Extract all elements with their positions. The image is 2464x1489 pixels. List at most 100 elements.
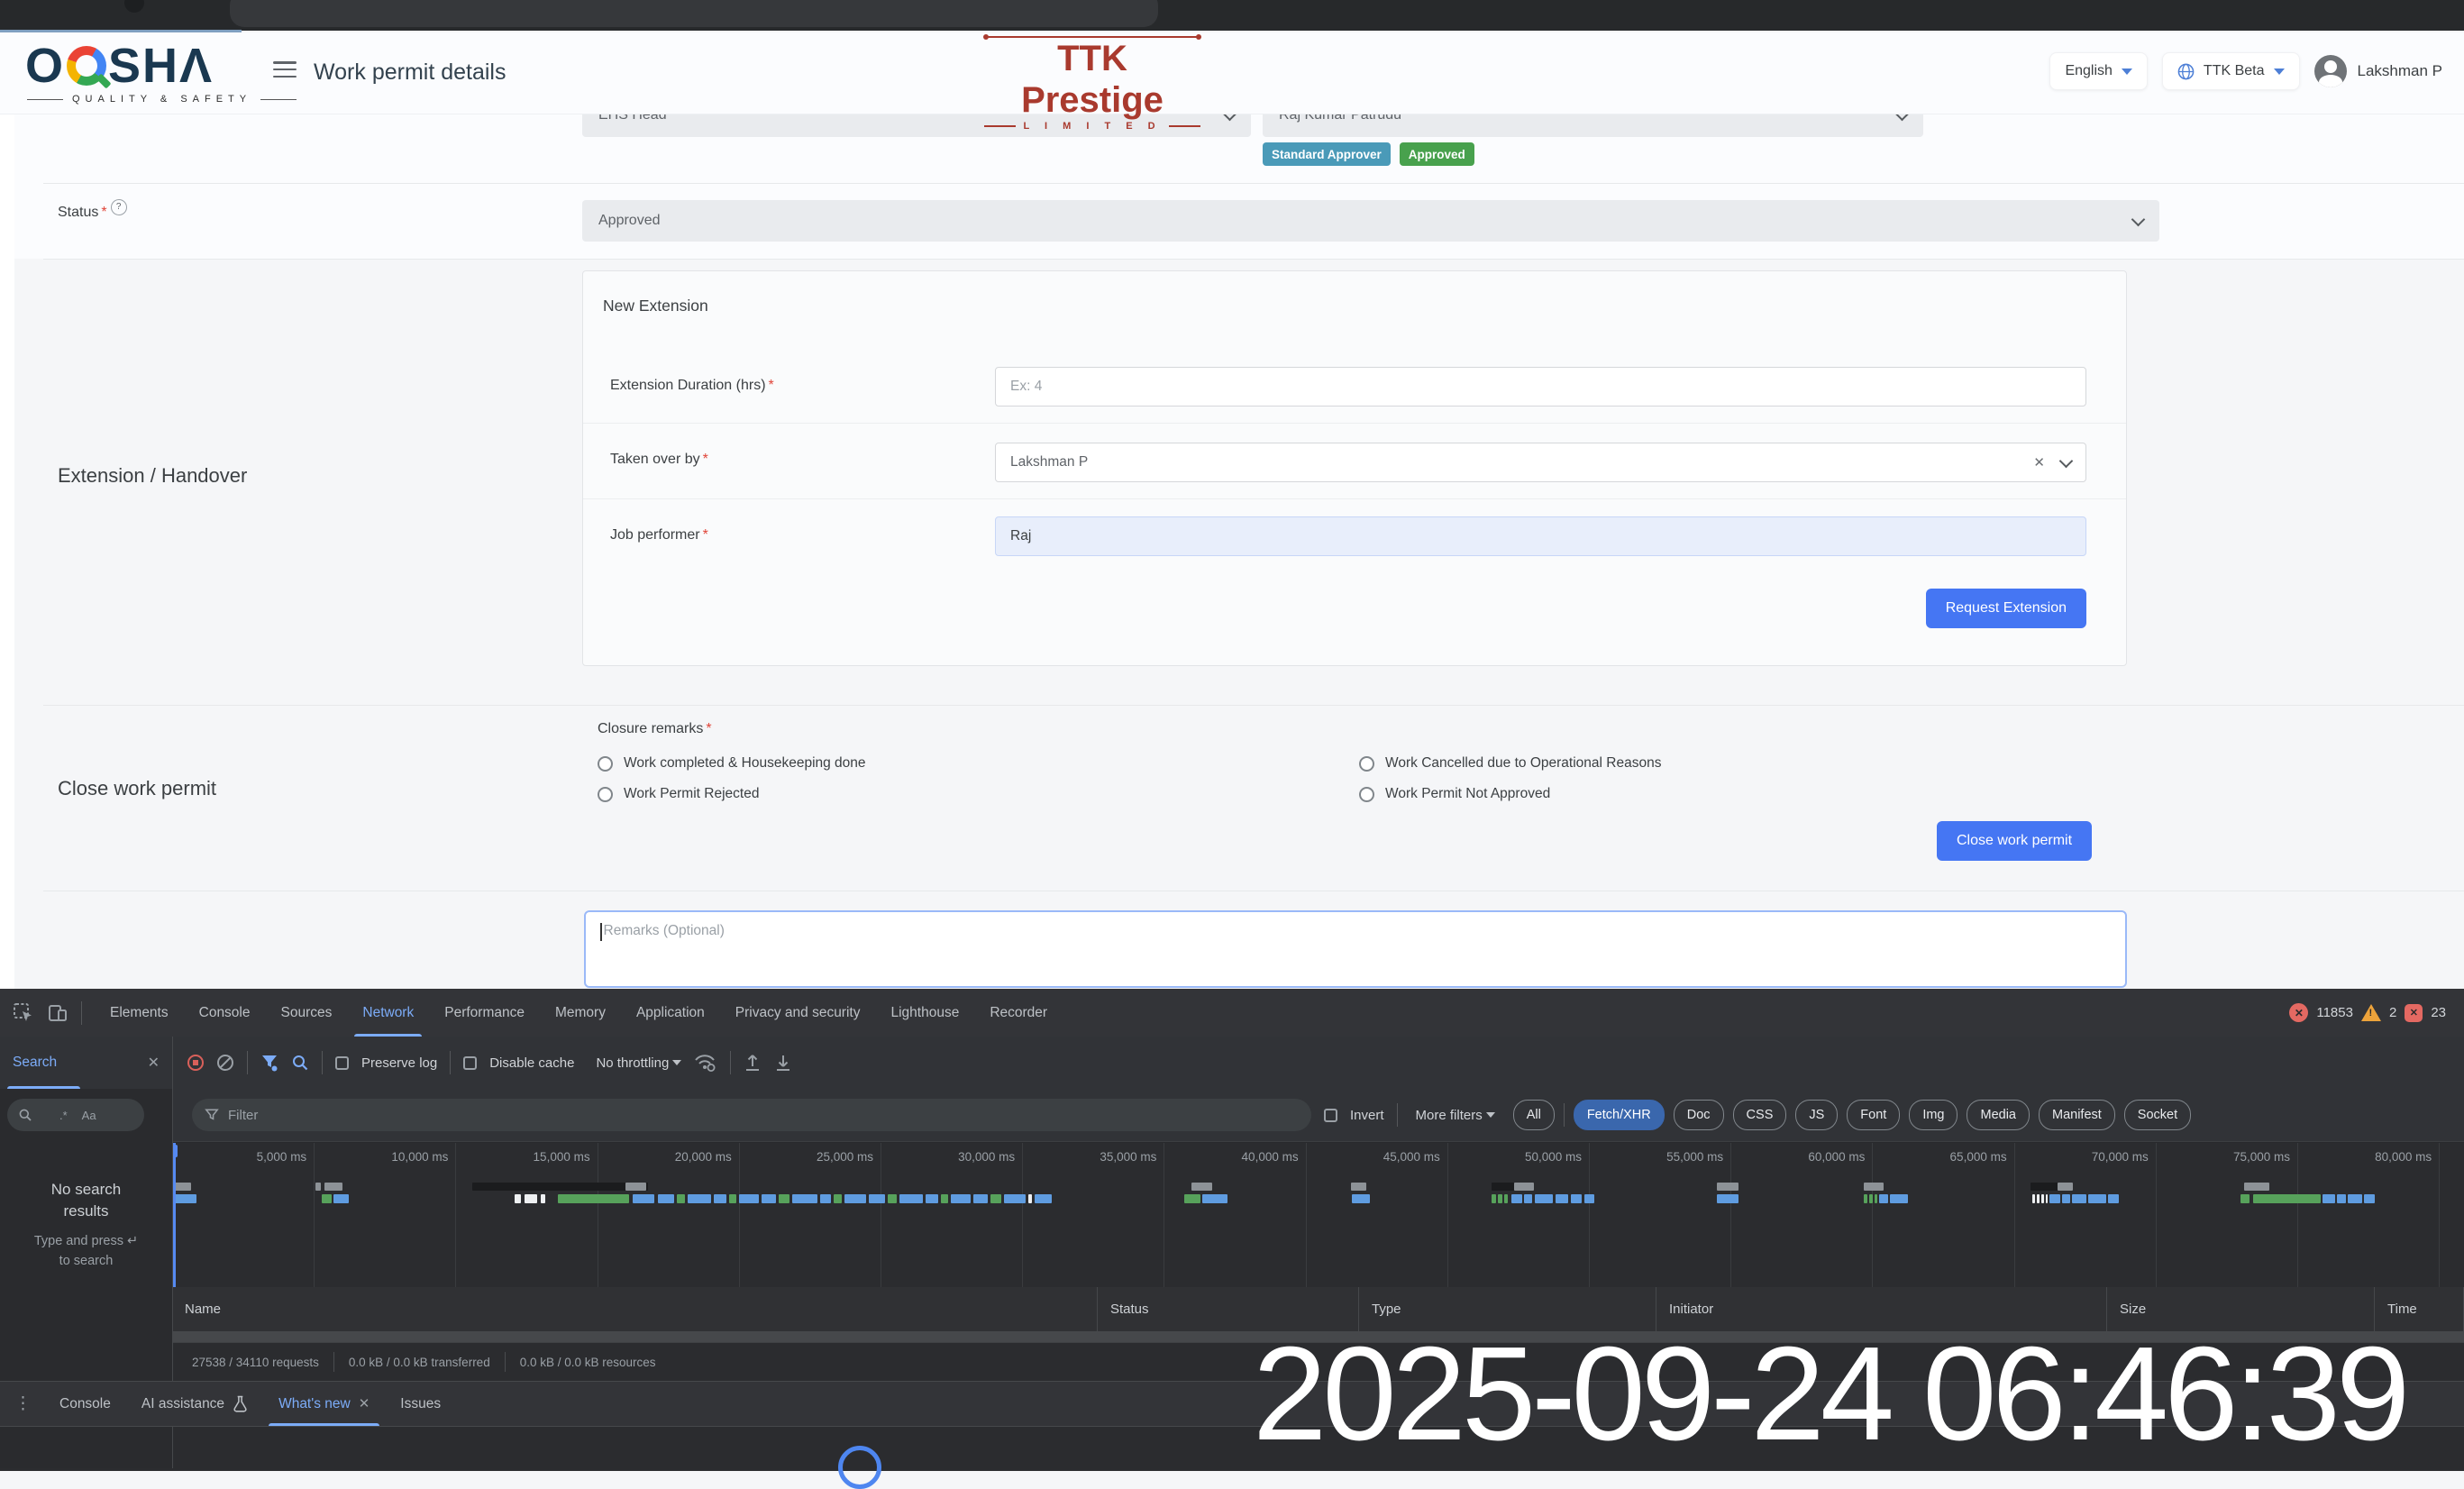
app-header: OSHΛ QUALITY & SAFETY Work permit detail…: [0, 32, 2464, 114]
more-options-icon[interactable]: ⋮: [14, 1393, 32, 1414]
waterfall-bar: [888, 1194, 897, 1203]
drawer-tab-what-s-new[interactable]: What's new✕: [263, 1382, 385, 1426]
export-har-icon[interactable]: [774, 1053, 792, 1073]
match-case-toggle-icon[interactable]: Aa: [82, 1109, 96, 1122]
waterfall-bar-top: [1492, 1183, 1514, 1191]
browser-chrome-dot: [124, 0, 144, 13]
closure-option-work-completed-housekeeping-done[interactable]: Work completed & Housekeeping done: [598, 755, 1359, 772]
throttling-select[interactable]: No throttling: [596, 1055, 681, 1071]
regex-toggle-icon[interactable]: .*: [59, 1109, 68, 1122]
status-select[interactable]: Approved: [582, 200, 2159, 242]
devtools-tab-sources[interactable]: Sources: [266, 989, 348, 1037]
devtools-tab-recorder[interactable]: Recorder: [974, 989, 1063, 1037]
devtools-tab-memory[interactable]: Memory: [540, 989, 621, 1037]
logo-tagline: QUALITY & SAFETY: [27, 94, 297, 105]
filter-chip-font[interactable]: Font: [1847, 1100, 1900, 1130]
network-filter-input[interactable]: Filter: [192, 1099, 1311, 1131]
network-conditions-icon[interactable]: [694, 1053, 717, 1073]
remarks-textarea[interactable]: Remarks (Optional): [584, 910, 2127, 988]
devtools-tab-performance[interactable]: Performance: [429, 989, 540, 1037]
devtools-status-badges[interactable]: ✕ 11853 2 ✕ 23: [2289, 1003, 2464, 1022]
clear-icon[interactable]: ✕: [2033, 454, 2045, 470]
devtools-tab-privacy-and-security[interactable]: Privacy and security: [720, 989, 876, 1037]
network-overview-timeline[interactable]: 5,000 ms10,000 ms15,000 ms20,000 ms25,00…: [172, 1143, 2464, 1288]
filter-chip-doc[interactable]: Doc: [1674, 1100, 1724, 1130]
search-no-results: No search results Type and press ↵ to se…: [0, 1179, 172, 1271]
devtools-tab-network[interactable]: Network: [347, 989, 429, 1037]
tenant-select[interactable]: TTK Beta: [2162, 52, 2300, 90]
filter-chip-socket[interactable]: Socket: [2124, 1100, 2191, 1130]
waterfall-bar: [2037, 1194, 2040, 1203]
drawer-tab-label: AI assistance: [141, 1382, 224, 1426]
divider: [333, 1352, 334, 1372]
search-input[interactable]: .* Aa: [7, 1099, 144, 1131]
job-performer-input[interactable]: [995, 516, 2086, 556]
radio-icon[interactable]: [1359, 787, 1374, 802]
no-results-hint: Type and press ↵ to search: [32, 1231, 141, 1271]
waterfall-bar: [515, 1194, 521, 1203]
waterfall-bar: [633, 1194, 654, 1203]
device-toolbar-icon[interactable]: [47, 1002, 68, 1024]
preserve-log-label: Preserve log: [361, 1055, 437, 1071]
waterfall-bar: [2337, 1194, 2346, 1203]
record-network-log-icon[interactable]: [187, 1055, 204, 1071]
waterfall-bar: [1352, 1194, 1370, 1203]
drawer-tab-issues[interactable]: Issues: [385, 1382, 456, 1426]
filter-icon[interactable]: [260, 1053, 278, 1073]
request-extension-button[interactable]: Request Extension: [1926, 589, 2086, 628]
taken-over-select[interactable]: Lakshman P ✕: [995, 443, 2086, 482]
divider: [505, 1352, 506, 1372]
invert-checkbox[interactable]: [1324, 1109, 1337, 1122]
duration-label: Extension Duration (hrs): [610, 378, 766, 393]
timeline-gridline: [2156, 1143, 2157, 1287]
column-header-name[interactable]: Name: [172, 1287, 1098, 1331]
browser-tab[interactable]: [230, 0, 1158, 27]
more-filters-button[interactable]: More filters: [1416, 1108, 1495, 1123]
filter-chip-fetch-xhr[interactable]: Fetch/XHR: [1574, 1100, 1665, 1130]
devtools-tab-application[interactable]: Application: [621, 989, 720, 1037]
timeline-tick-label: 20,000 ms: [604, 1150, 732, 1164]
waterfall-bar-top: [1717, 1183, 1738, 1191]
language-select[interactable]: English: [2049, 52, 2147, 90]
page-left-strip: [0, 114, 14, 989]
filter-chip-img[interactable]: Img: [1909, 1100, 1958, 1130]
waterfall-bar-top: [2244, 1183, 2269, 1191]
hamburger-menu-icon[interactable]: [273, 61, 297, 78]
timeline-tick-label: 45,000 ms: [1312, 1150, 1440, 1164]
filter-chip-js[interactable]: JS: [1795, 1100, 1838, 1130]
inspect-element-icon[interactable]: [13, 1002, 34, 1024]
timeline-tick-label: 70,000 ms: [2021, 1150, 2149, 1164]
divider: [450, 1051, 451, 1074]
close-icon[interactable]: ✕: [148, 1054, 160, 1072]
radio-icon[interactable]: [598, 756, 613, 772]
search-panel-tab[interactable]: Search ✕: [0, 1037, 173, 1089]
search-icon[interactable]: [291, 1054, 309, 1072]
drawer-tab-console[interactable]: Console: [44, 1382, 126, 1426]
devtools-tab-elements[interactable]: Elements: [95, 989, 184, 1037]
close-icon[interactable]: ✕: [359, 1382, 370, 1426]
filter-chip-media[interactable]: Media: [1967, 1100, 2030, 1130]
logo-q-ring-icon: [67, 46, 106, 86]
devtools-tab-console[interactable]: Console: [184, 989, 266, 1037]
close-work-permit-button[interactable]: Close work permit: [1937, 821, 2092, 861]
disable-cache-checkbox[interactable]: [463, 1056, 477, 1070]
preserve-log-checkbox[interactable]: [335, 1056, 349, 1070]
user-menu[interactable]: Lakshman P: [2314, 55, 2443, 87]
drawer-tab-ai-assistance[interactable]: AI assistance: [126, 1382, 263, 1426]
radio-icon[interactable]: [598, 787, 613, 802]
devtools-tab-lighthouse[interactable]: Lighthouse: [875, 989, 974, 1037]
closure-option-work-permit-rejected[interactable]: Work Permit Rejected: [598, 786, 1359, 802]
radio-icon[interactable]: [1359, 756, 1374, 772]
closure-option-work-permit-not-approved[interactable]: Work Permit Not Approved: [1359, 786, 2094, 802]
clear-network-log-icon[interactable]: [216, 1054, 234, 1072]
tenant-value: TTK Beta: [2204, 63, 2265, 79]
filter-chip-all[interactable]: All: [1513, 1100, 1555, 1130]
waterfall-bar-top: [2058, 1183, 2073, 1191]
filter-chip-manifest[interactable]: Manifest: [2039, 1100, 2115, 1130]
filter-chip-css[interactable]: CSS: [1733, 1100, 1787, 1130]
closure-option-work-cancelled-due-to-operational-reasons[interactable]: Work Cancelled due to Operational Reason…: [1359, 755, 2094, 772]
duration-input[interactable]: [995, 367, 2086, 407]
import-har-icon[interactable]: [744, 1053, 762, 1073]
close-section-label: Close work permit: [58, 777, 216, 800]
ttk-prestige-logo: TTK Prestige L I M I T E D: [984, 36, 1200, 132]
